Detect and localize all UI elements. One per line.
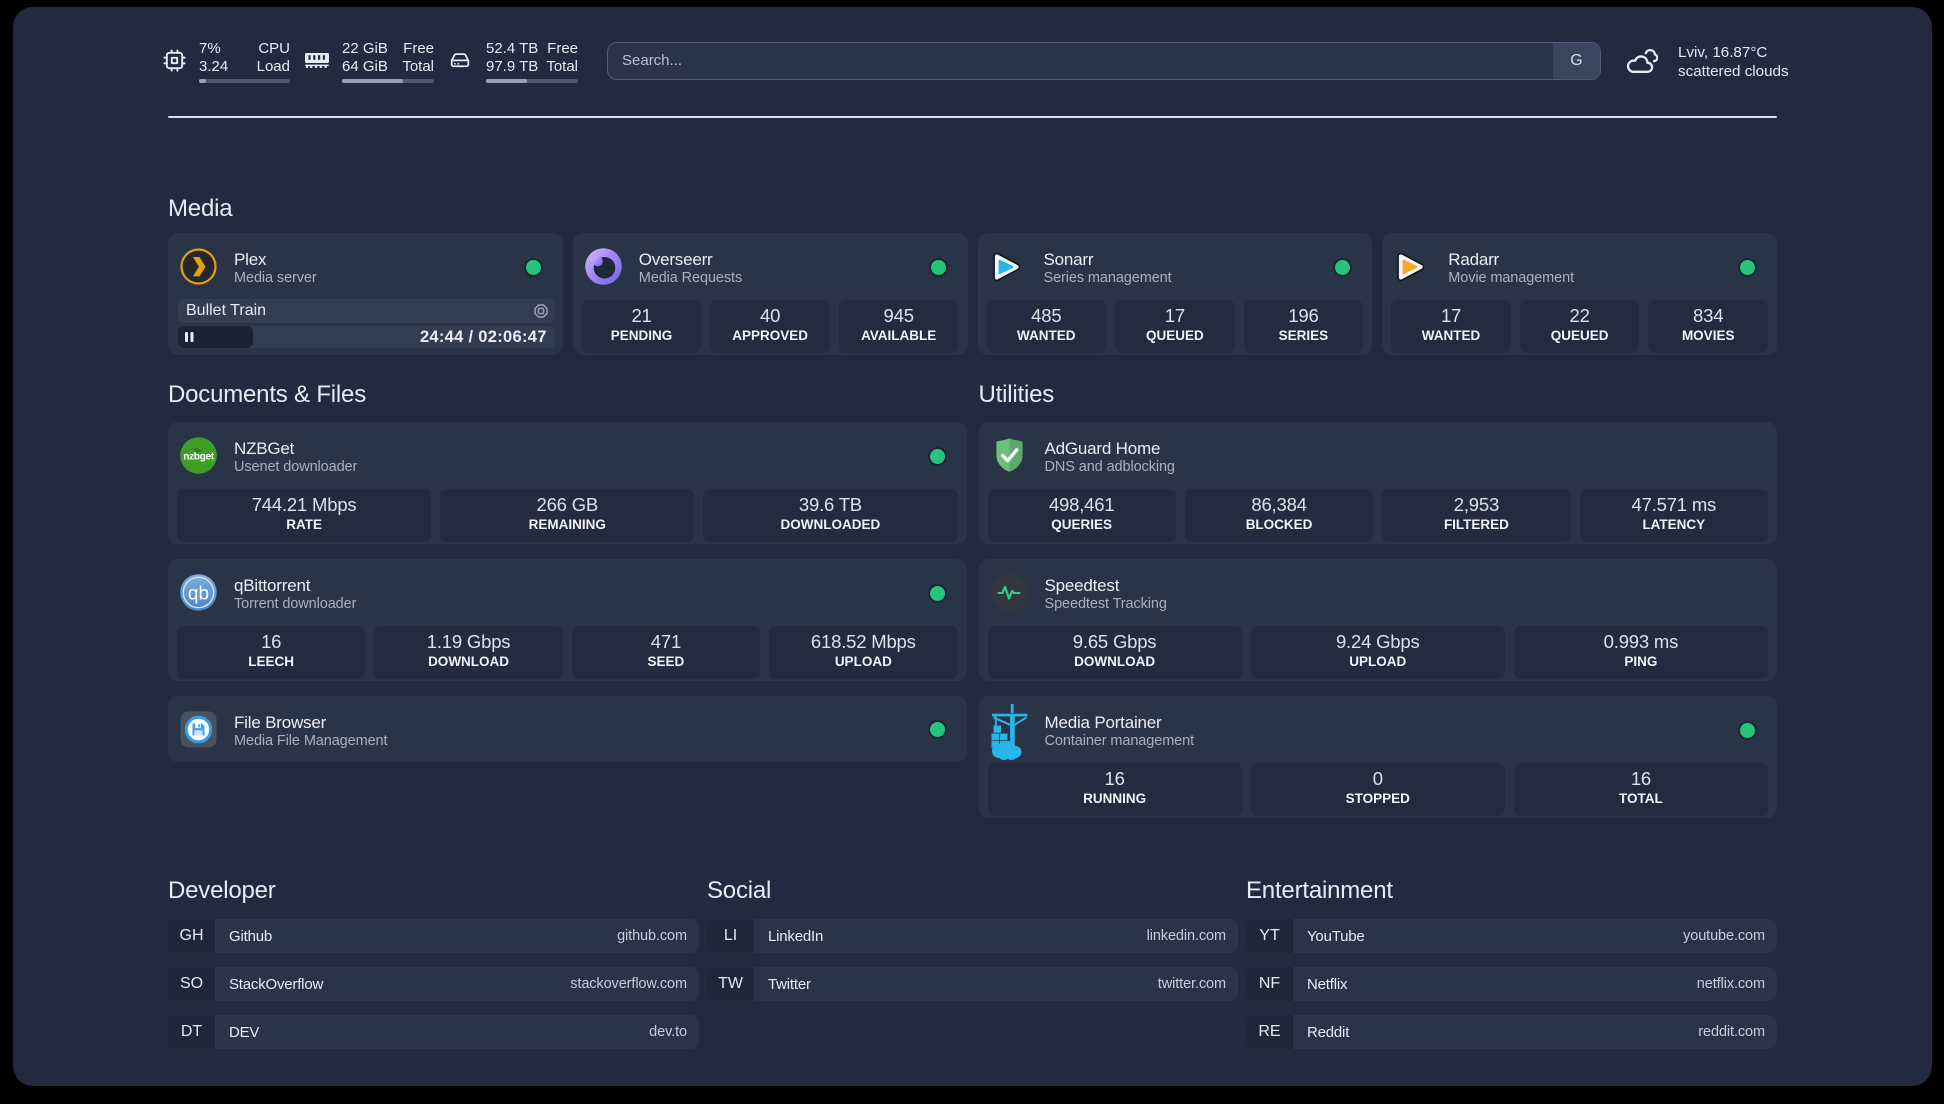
svg-text:nzbget: nzbget: [183, 451, 214, 462]
svg-text:qb: qb: [188, 584, 209, 605]
